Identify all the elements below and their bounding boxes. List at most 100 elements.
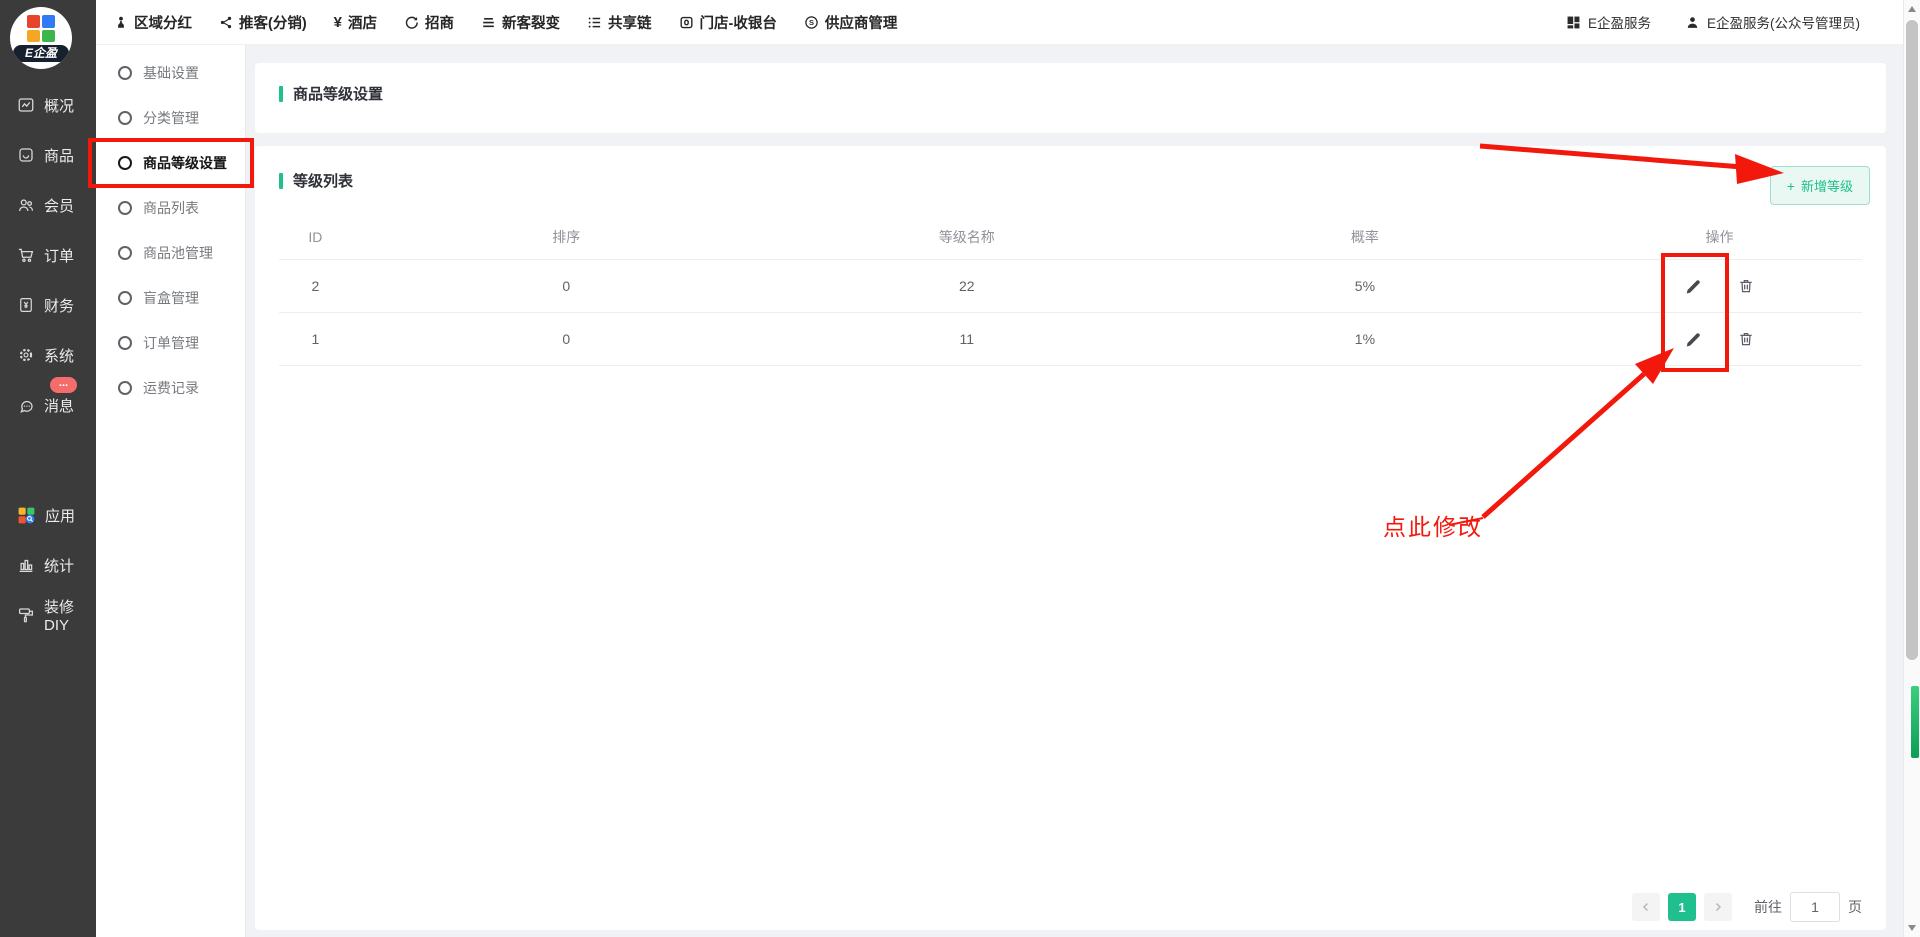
submenu-item-basic-settings[interactable]: 基础设置: [96, 50, 245, 95]
radio-ring-icon: [118, 111, 132, 125]
svg-text:S: S: [809, 18, 814, 27]
logo-mark-icon: [27, 15, 55, 42]
account-entry[interactable]: E企盈服务(公众号管理员): [1685, 12, 1860, 32]
sidebar-item-members[interactable]: 会员: [0, 180, 96, 230]
overview-chart-icon: [17, 96, 35, 114]
topnav-label: 酒店: [348, 12, 377, 33]
topnav-item-share-chain[interactable]: 共享链: [587, 12, 652, 33]
goto-label: 前往: [1754, 897, 1782, 917]
submenu-item-goods-grade-settings[interactable]: 商品等级设置: [96, 140, 245, 185]
plus-icon: +: [1787, 179, 1795, 193]
user-icon: [1685, 15, 1700, 30]
col-actions: 操作: [1577, 215, 1862, 260]
edit-pencil-icon[interactable]: [1685, 278, 1702, 295]
topnav-label: 供应商管理: [825, 12, 898, 33]
list-icon: [587, 15, 602, 30]
sidebar-item-label: 消息: [44, 395, 74, 416]
app-logo[interactable]: E企盈: [10, 7, 72, 69]
sidebar-item-label: 订单: [44, 245, 74, 266]
grade-table: ID 排序 等级名称 概率 操作 2 0 22 5%: [279, 215, 1862, 366]
radio-ring-icon: [118, 156, 132, 170]
submenu-label: 运费记录: [143, 378, 199, 398]
sidebar-item-statistics[interactable]: 统计: [0, 540, 96, 590]
add-grade-button[interactable]: + 新增等级: [1770, 166, 1870, 205]
topnav-item-investment[interactable]: 招商: [404, 12, 454, 33]
cell-sort: 0: [352, 313, 781, 366]
topbar-nav: 区域分红 推客(分销) ¥ 酒店 招商 新客裂变 共享链: [114, 12, 897, 33]
vertical-scrollbar[interactable]: [1903, 0, 1920, 937]
primary-sidebar: E企盈 概况 商品 会员 订单 财务: [0, 0, 96, 937]
sidebar-item-label: 装修DIY: [44, 596, 96, 634]
delete-trash-icon[interactable]: [1738, 278, 1754, 294]
topnav-item-new-customer-fission[interactable]: 新客裂变: [481, 12, 560, 33]
sidebar-item-orders[interactable]: 订单: [0, 230, 96, 280]
submenu-item-blind-box[interactable]: 盲盒管理: [96, 275, 245, 320]
scrollbar-down-arrow-icon[interactable]: [1908, 925, 1916, 931]
col-grade-name: 等级名称: [781, 215, 1153, 260]
cell-grade-name: 11: [781, 313, 1153, 366]
current-page-button[interactable]: 1: [1668, 893, 1696, 921]
sidebar-item-decorate-diy[interactable]: 装修DIY: [0, 590, 96, 640]
topnav-label: 新客裂变: [502, 12, 560, 33]
radio-ring-icon: [118, 201, 132, 215]
cell-probability: 5%: [1153, 260, 1577, 313]
admin-app: E企盈 概况 商品 会员 订单 财务: [0, 0, 1920, 937]
prev-page-button[interactable]: [1632, 893, 1660, 921]
topnav-label: 共享链: [608, 12, 652, 33]
topnav-label: 招商: [425, 12, 454, 33]
submenu-item-goods-list[interactable]: 商品列表: [96, 185, 245, 230]
logo-text: E企盈: [13, 45, 69, 62]
submenu-item-category-management[interactable]: 分类管理: [96, 95, 245, 140]
members-users-icon: [17, 196, 35, 214]
finance-yen-icon: [17, 296, 35, 314]
scrollbar-green-marker: [1911, 686, 1919, 758]
submenu-label: 分类管理: [143, 108, 199, 128]
submenu-label: 商品列表: [143, 198, 199, 218]
main-content: 商品等级设置 等级列表 + 新增等级 ID 排序 等级名称 概率: [246, 45, 1903, 937]
topnav-item-supplier-management[interactable]: S 供应商管理: [804, 12, 898, 33]
submenu-item-order-management[interactable]: 订单管理: [96, 320, 245, 365]
sidebar-item-label: 会员: [44, 195, 74, 216]
radio-ring-icon: [118, 66, 132, 80]
topnav-item-region-dividend[interactable]: 区域分红: [114, 12, 192, 33]
table-header-row: ID 排序 等级名称 概率 操作: [279, 215, 1862, 260]
dashboard-grid-icon: [1566, 15, 1581, 30]
grade-list-title: 等级列表: [279, 170, 1862, 191]
scrollbar-thumb[interactable]: [1906, 20, 1918, 660]
col-probability: 概率: [1153, 215, 1577, 260]
edit-pencil-icon[interactable]: [1685, 331, 1702, 348]
submenu-item-freight-records[interactable]: 运费记录: [96, 365, 245, 410]
sidebar-item-apps[interactable]: 应用: [0, 490, 96, 540]
delete-trash-icon[interactable]: [1738, 331, 1754, 347]
next-page-button[interactable]: [1704, 893, 1732, 921]
goto-unit-label: 页: [1848, 897, 1862, 917]
submenu-item-goods-pool[interactable]: 商品池管理: [96, 230, 245, 275]
topbar-right: E企盈服务 E企盈服务(公众号管理员): [1566, 12, 1860, 32]
triple-lines-icon: [481, 15, 496, 30]
service-entry[interactable]: E企盈服务: [1566, 12, 1651, 32]
scrollbar-up-arrow-icon[interactable]: [1908, 6, 1916, 12]
topbar: 区域分红 推客(分销) ¥ 酒店 招商 新客裂变 共享链: [96, 0, 1920, 45]
topnav-item-hotel[interactable]: ¥ 酒店: [334, 12, 377, 33]
statistics-bars-icon: [17, 556, 35, 574]
secondary-menu: 基础设置 分类管理 商品等级设置 商品列表 商品池管理 盲盒管理 订单管理 运费…: [96, 45, 246, 937]
radio-ring-icon: [118, 381, 132, 395]
goods-bag-icon: [17, 146, 35, 164]
paint-roller-icon: [17, 606, 35, 624]
sidebar-item-finance[interactable]: 财务: [0, 280, 96, 330]
submenu-label: 订单管理: [143, 333, 199, 353]
goto-page-input[interactable]: [1790, 892, 1840, 922]
topnav-label: 门店-收银台: [700, 12, 777, 33]
account-label: E企盈服务(公众号管理员): [1707, 12, 1860, 32]
sidebar-item-label: 应用: [45, 505, 75, 526]
submenu-label: 基础设置: [143, 63, 199, 83]
orders-cart-icon: [17, 246, 35, 264]
store-icon: [679, 15, 694, 30]
topnav-item-tuike-distribution[interactable]: 推客(分销): [219, 12, 307, 33]
sidebar-item-overview[interactable]: 概况: [0, 80, 96, 130]
radio-ring-icon: [118, 246, 132, 260]
sidebar-item-goods[interactable]: 商品: [0, 130, 96, 180]
topnav-item-store-cashier[interactable]: 门店-收银台: [679, 12, 777, 33]
sidebar-item-system[interactable]: 系统: [0, 330, 96, 380]
sidebar-item-messages[interactable]: 消息 ...: [0, 380, 96, 430]
